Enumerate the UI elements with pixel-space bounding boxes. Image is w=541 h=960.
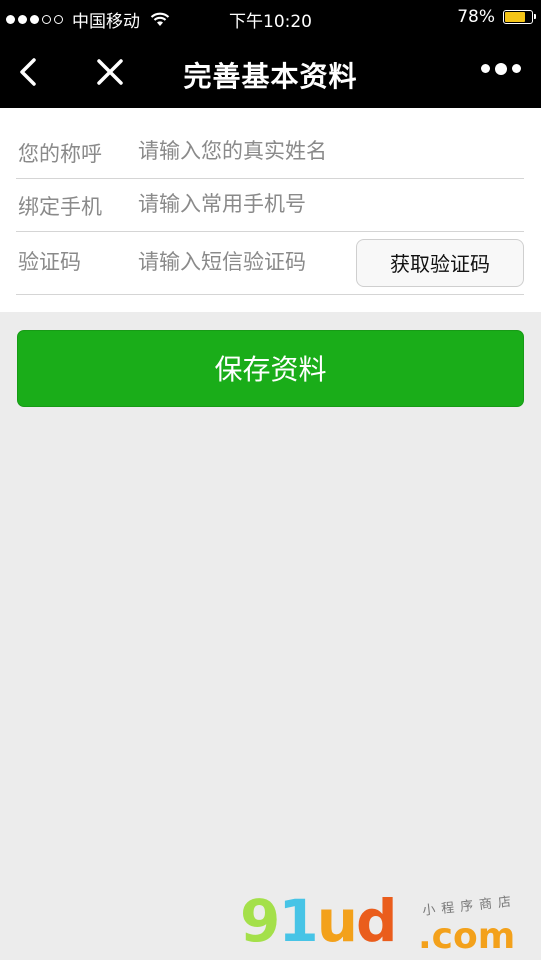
phone-row: 绑定手机 <box>16 178 524 232</box>
verification-code-label: 验证码 <box>18 250 81 274</box>
battery-icon <box>503 10 536 24</box>
watermark-wordmark: 91ud <box>240 887 398 955</box>
watermark-domain: .com <box>418 916 516 957</box>
status-bar: 中国移动 下午10:20 78% <box>0 0 541 36</box>
nickname-row: 您的称呼 <box>16 125 524 179</box>
status-right: 78% <box>457 7 536 27</box>
phone-input[interactable] <box>138 186 358 222</box>
phone-label: 绑定手机 <box>18 195 102 219</box>
verification-code-input[interactable] <box>138 244 358 280</box>
battery-percent: 78% <box>457 7 495 27</box>
profile-form: 您的称呼 绑定手机 验证码 获取验证码 <box>0 108 541 312</box>
verification-code-row: 验证码 获取验证码 <box>16 231 524 295</box>
save-profile-button[interactable]: 保存资料 <box>17 330 524 407</box>
more-dots-icon[interactable] <box>476 62 521 75</box>
battery-level-fill <box>505 12 525 22</box>
nickname-input[interactable] <box>138 133 358 169</box>
page-title: 完善基本资料 <box>183 60 358 93</box>
nav-bar: 完善基本资料 <box>0 36 541 108</box>
watermark-logo: 91ud 小程序商店 .com <box>240 890 540 960</box>
watermark-tagline: 小程序商店 <box>421 894 518 919</box>
get-code-button[interactable]: 获取验证码 <box>356 239 524 287</box>
nickname-label: 您的称呼 <box>18 142 102 166</box>
